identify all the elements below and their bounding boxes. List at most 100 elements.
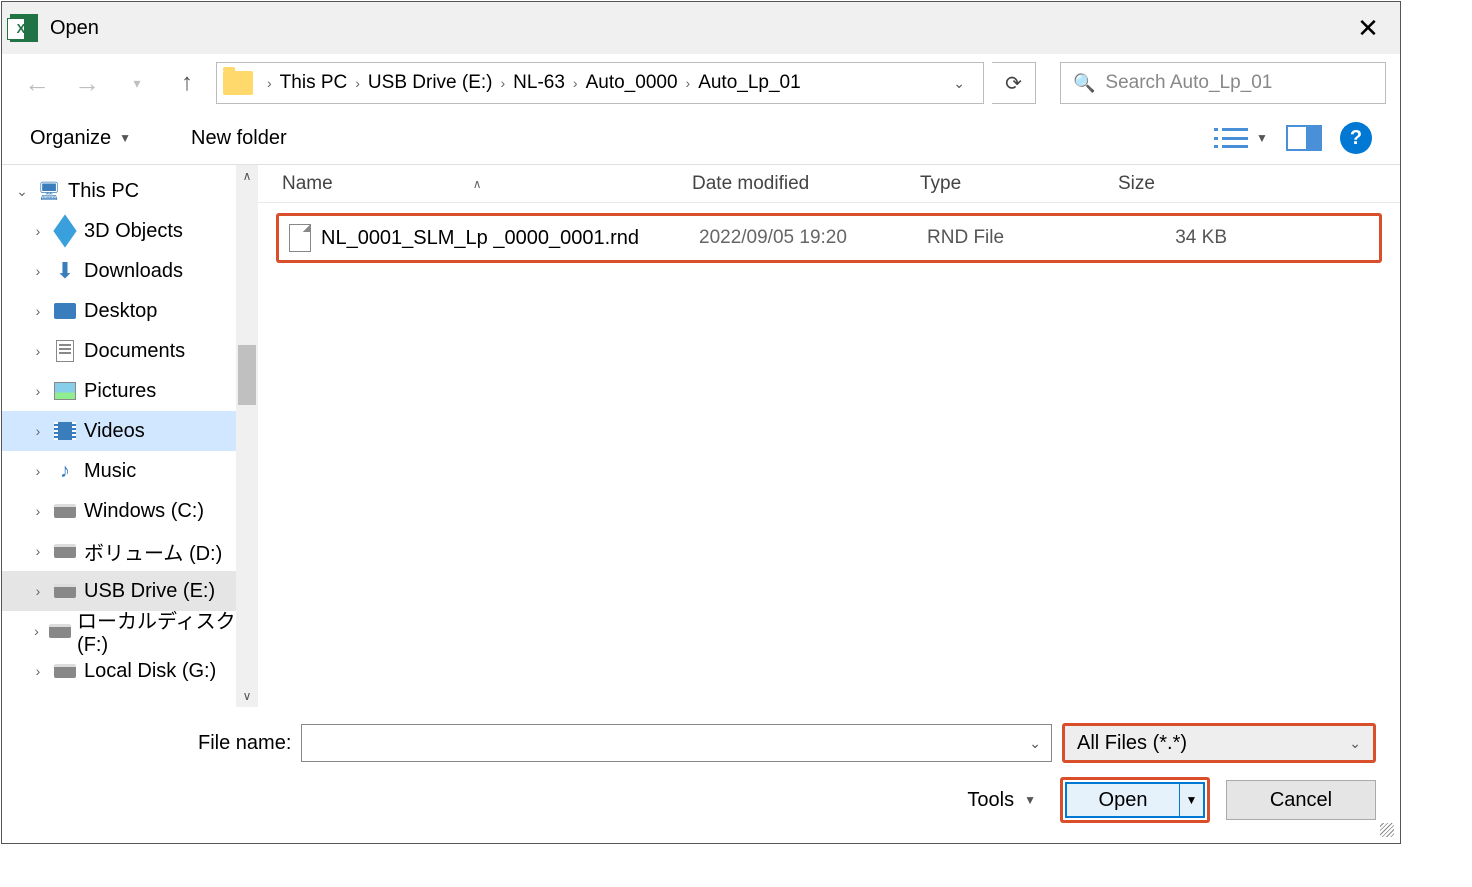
button-row: Tools ▼ Open ▼ Cancel bbox=[26, 777, 1376, 823]
documents-icon bbox=[52, 340, 78, 362]
breadcrumb-item[interactable]: Auto_Lp_01 bbox=[698, 72, 801, 94]
expand-icon[interactable]: › bbox=[30, 343, 46, 359]
new-folder-button[interactable]: New folder bbox=[191, 127, 287, 150]
collapse-icon[interactable]: ⌄ bbox=[14, 183, 30, 200]
tree-label: ボリューム (D:) bbox=[84, 537, 222, 566]
expand-icon[interactable]: › bbox=[30, 503, 46, 519]
tree-item-documents[interactable]: › Documents bbox=[2, 331, 236, 371]
drive-icon bbox=[52, 660, 78, 682]
search-placeholder: Search Auto_Lp_01 bbox=[1105, 72, 1272, 94]
view-mode-button[interactable]: ▼ bbox=[1222, 122, 1268, 154]
desktop-icon bbox=[52, 300, 78, 322]
filename-input[interactable]: ⌄ bbox=[301, 724, 1052, 762]
filename-row: File name: ⌄ All Files (*.*) ⌄ bbox=[26, 723, 1376, 763]
tree-item-pictures[interactable]: › Pictures bbox=[2, 371, 236, 411]
chevron-right-icon[interactable]: › bbox=[493, 75, 514, 91]
chevron-down-icon: ⌄ bbox=[1349, 735, 1361, 752]
chevron-right-icon[interactable]: › bbox=[678, 75, 699, 91]
chevron-down-icon[interactable]: ⌄ bbox=[1029, 735, 1041, 752]
file-name: NL_0001_SLM_Lp _0000_0001.rnd bbox=[321, 227, 699, 250]
scroll-up-icon[interactable]: ∧ bbox=[236, 165, 258, 187]
recent-dropdown-icon[interactable]: ▾ bbox=[116, 62, 158, 104]
tree-scrollbar[interactable]: ∧ ∨ bbox=[236, 165, 258, 707]
file-list: Name ∧ Date modified Type Size NL_0001_S… bbox=[258, 165, 1400, 707]
organize-label: Organize bbox=[30, 127, 111, 150]
expand-icon[interactable]: › bbox=[30, 663, 46, 679]
expand-icon[interactable]: › bbox=[30, 223, 46, 239]
scroll-thumb[interactable] bbox=[238, 345, 256, 405]
breadcrumb-item[interactable]: USB Drive (E:) bbox=[368, 72, 493, 94]
expand-icon[interactable]: › bbox=[30, 463, 46, 479]
tree-item-music[interactable]: › ♪ Music bbox=[2, 451, 236, 491]
tree-item-videos[interactable]: › Videos bbox=[2, 411, 236, 451]
cancel-button[interactable]: Cancel bbox=[1226, 780, 1376, 820]
body: ⌄ 🖥 This PC › 3D Objects › ⬇ Downloads › bbox=[2, 164, 1400, 707]
expand-icon[interactable]: › bbox=[30, 543, 46, 559]
breadcrumb-item[interactable]: This PC bbox=[280, 72, 348, 94]
tools-label: Tools bbox=[967, 789, 1014, 812]
tree-item-drive-c[interactable]: › Windows (C:) bbox=[2, 491, 236, 531]
back-button[interactable]: ← bbox=[16, 62, 58, 104]
tree-item-3d-objects[interactable]: › 3D Objects bbox=[2, 211, 236, 251]
help-button[interactable]: ? bbox=[1340, 122, 1372, 154]
breadcrumb-dropdown-icon[interactable]: ⌄ bbox=[941, 75, 977, 92]
open-label: Open bbox=[1067, 789, 1179, 812]
file-type-filter[interactable]: All Files (*.*) ⌄ bbox=[1062, 723, 1376, 763]
tree-item-drive-f[interactable]: › ローカルディスク (F:) bbox=[2, 611, 236, 651]
chevron-right-icon[interactable]: › bbox=[259, 75, 280, 91]
expand-icon[interactable]: › bbox=[30, 423, 46, 439]
close-button[interactable]: ✕ bbox=[1344, 4, 1392, 52]
tree-label: ローカルディスク (F:) bbox=[77, 605, 236, 657]
titlebar: X Open ✕ bbox=[2, 2, 1400, 54]
excel-icon: X bbox=[10, 14, 38, 42]
file-rows[interactable]: NL_0001_SLM_Lp _0000_0001.rnd 2022/09/05… bbox=[258, 203, 1400, 707]
chevron-down-icon: ▼ bbox=[1024, 793, 1036, 807]
expand-icon[interactable]: › bbox=[30, 383, 46, 399]
tree-item-drive-d[interactable]: › ボリューム (D:) bbox=[2, 531, 236, 571]
drive-icon bbox=[49, 620, 71, 642]
tree-item-this-pc[interactable]: ⌄ 🖥 This PC bbox=[2, 171, 236, 211]
chevron-right-icon[interactable]: › bbox=[565, 75, 586, 91]
dialog-title: Open bbox=[50, 17, 1344, 40]
chevron-right-icon[interactable]: › bbox=[347, 75, 368, 91]
column-size[interactable]: Size bbox=[1118, 173, 1238, 195]
breadcrumb[interactable]: › This PC › USB Drive (E:) › NL-63 › Aut… bbox=[216, 62, 984, 104]
filename-label: File name: bbox=[198, 732, 291, 755]
file-row[interactable]: NL_0001_SLM_Lp _0000_0001.rnd 2022/09/05… bbox=[276, 213, 1382, 263]
tree-label: Windows (C:) bbox=[84, 500, 204, 523]
tree-label: Local Disk (G:) bbox=[84, 660, 216, 683]
tools-button[interactable]: Tools ▼ bbox=[967, 789, 1036, 812]
expand-icon[interactable]: › bbox=[30, 263, 46, 279]
chevron-down-icon: ▼ bbox=[119, 131, 131, 145]
preview-pane-button[interactable] bbox=[1286, 125, 1322, 151]
file-headers: Name ∧ Date modified Type Size bbox=[258, 165, 1400, 203]
organize-button[interactable]: Organize ▼ bbox=[30, 127, 131, 150]
tree-list[interactable]: ⌄ 🖥 This PC › 3D Objects › ⬇ Downloads › bbox=[2, 165, 236, 707]
pictures-icon bbox=[52, 380, 78, 402]
refresh-button[interactable]: ⟳ bbox=[992, 62, 1036, 104]
filter-label: All Files (*.*) bbox=[1077, 732, 1187, 755]
breadcrumb-item[interactable]: Auto_0000 bbox=[586, 72, 678, 94]
file-size: 34 KB bbox=[1147, 227, 1227, 249]
tree-item-drive-g[interactable]: › Local Disk (G:) bbox=[2, 651, 236, 691]
tree-item-desktop[interactable]: › Desktop bbox=[2, 291, 236, 331]
column-type[interactable]: Type bbox=[920, 173, 1118, 195]
column-name[interactable]: Name ∧ bbox=[282, 173, 692, 195]
search-input[interactable]: 🔍 Search Auto_Lp_01 bbox=[1060, 62, 1386, 104]
resize-grip[interactable] bbox=[1380, 823, 1394, 837]
forward-button[interactable]: → bbox=[66, 62, 108, 104]
expand-icon[interactable]: › bbox=[30, 303, 46, 319]
open-split-dropdown[interactable]: ▼ bbox=[1179, 784, 1203, 816]
open-button[interactable]: Open ▼ bbox=[1065, 782, 1205, 818]
column-date[interactable]: Date modified bbox=[692, 173, 920, 195]
open-dialog: X Open ✕ ← → ▾ ↑ › This PC › USB Drive (… bbox=[1, 1, 1401, 844]
breadcrumb-item[interactable]: NL-63 bbox=[513, 72, 565, 94]
scroll-down-icon[interactable]: ∨ bbox=[236, 685, 258, 707]
expand-icon[interactable]: › bbox=[30, 623, 43, 639]
file-type: RND File bbox=[927, 227, 1147, 249]
up-button[interactable]: ↑ bbox=[166, 62, 208, 104]
expand-icon[interactable]: › bbox=[30, 583, 46, 599]
tree-item-downloads[interactable]: › ⬇ Downloads bbox=[2, 251, 236, 291]
this-pc-icon: 🖥 bbox=[36, 180, 62, 202]
file-date: 2022/09/05 19:20 bbox=[699, 227, 927, 249]
